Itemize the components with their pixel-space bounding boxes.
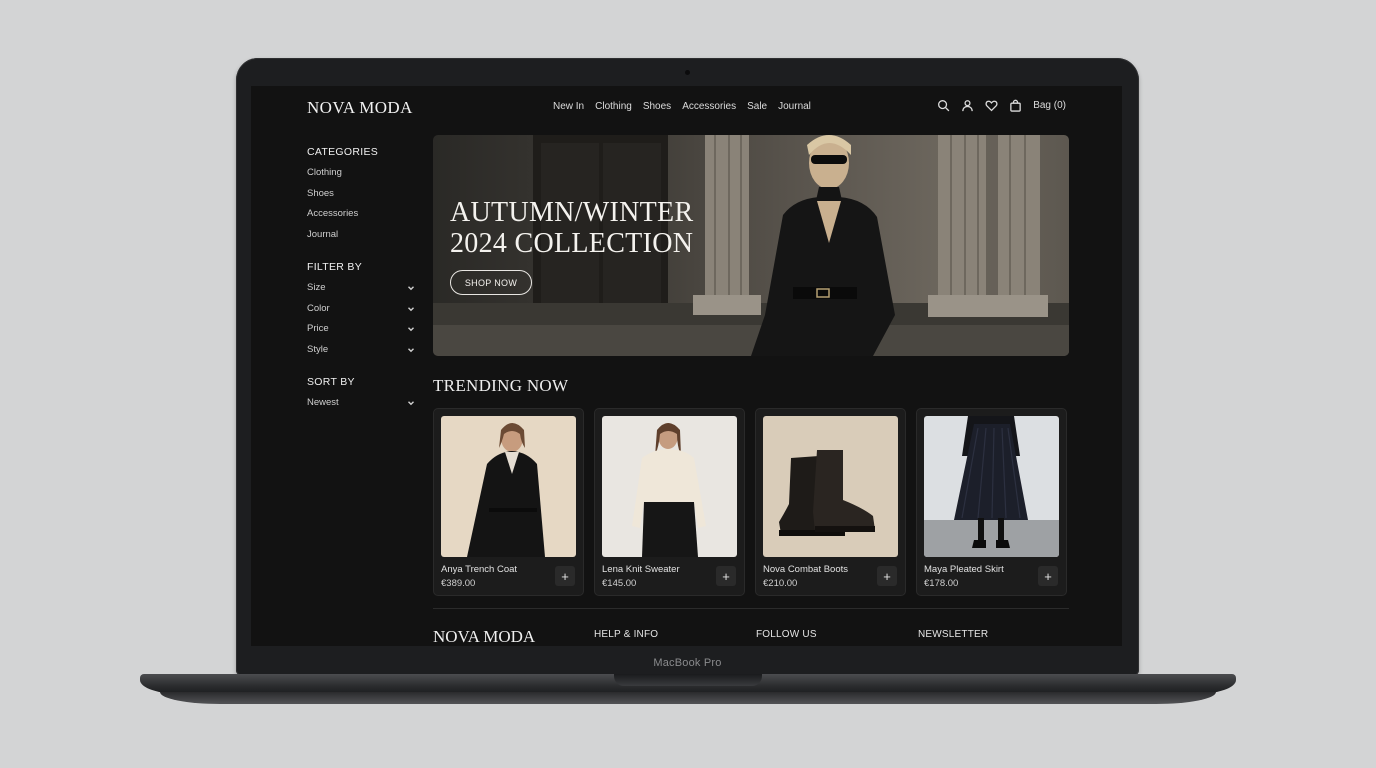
add-to-bag-button[interactable]: + (1038, 566, 1058, 586)
nav-accessories[interactable]: Accessories (682, 101, 736, 112)
site-logo[interactable]: NOVA MODA (307, 98, 413, 118)
chevron-down-icon (407, 399, 415, 407)
filter-style[interactable]: Style (307, 344, 415, 365)
product-name[interactable]: Maya Pleated Skirt (924, 564, 1004, 575)
header-actions: Bag (0) (937, 99, 1066, 112)
sidebar: CATEGORIES Clothing Shoes Accessories Jo… (307, 146, 415, 430)
category-accessories[interactable]: Accessories (307, 208, 415, 229)
footer-logo[interactable]: NOVA MODA (433, 627, 535, 646)
plus-icon: + (722, 568, 730, 584)
nav-shoes[interactable]: Shoes (643, 101, 671, 112)
category-clothing[interactable]: Clothing (307, 167, 415, 188)
footer-newsletter-heading: NEWSLETTER (918, 629, 989, 640)
product-image[interactable] (602, 416, 737, 557)
hero-title: AUTUMN/WINTER 2024 COLLECTION (450, 197, 694, 259)
chevron-down-icon (407, 305, 415, 313)
nav-clothing[interactable]: Clothing (595, 101, 632, 112)
footer-help-heading: HELP & INFO (594, 629, 659, 640)
laptop-hinge-notch (614, 674, 762, 686)
storefront-page: NOVA MODA New In Clothing Shoes Accessor… (251, 86, 1122, 646)
nav-new-in[interactable]: New In (553, 101, 584, 112)
product-name[interactable]: Nova Combat Boots (763, 564, 848, 575)
add-to-bag-button[interactable]: + (877, 566, 897, 586)
product-price: €389.00 (441, 578, 476, 589)
footer-follow-heading: FOLLOW US (756, 629, 817, 640)
product-price: €210.00 (763, 578, 798, 589)
product-price: €178.00 (924, 578, 959, 589)
filter-price[interactable]: Price (307, 323, 415, 344)
laptop-screen: NOVA MODA New In Clothing Shoes Accessor… (251, 86, 1122, 646)
chevron-down-icon (407, 325, 415, 333)
add-to-bag-button[interactable]: + (555, 566, 575, 586)
nav-journal[interactable]: Journal (778, 101, 811, 112)
plus-icon: + (1044, 568, 1052, 584)
filter-size[interactable]: Size (307, 282, 415, 303)
product-price: €145.00 (602, 578, 637, 589)
category-journal[interactable]: Journal (307, 229, 415, 250)
footer-divider (433, 608, 1069, 609)
nav-sale[interactable]: Sale (747, 101, 767, 112)
sort-select[interactable]: Newest (307, 397, 415, 418)
main-nav: New In Clothing Shoes Accessories Sale J… (553, 101, 811, 112)
plus-icon: + (883, 568, 891, 584)
laptop-model-label: MacBook Pro (653, 657, 722, 669)
chevron-down-icon (407, 346, 415, 354)
product-grid: Anya Trench Coat €389.00 + Lena Knit Swe… (433, 408, 1067, 596)
chevron-down-icon (407, 284, 415, 292)
product-name[interactable]: Anya Trench Coat (441, 564, 517, 575)
categories-heading: CATEGORIES (307, 146, 379, 158)
product-card[interactable]: Anya Trench Coat €389.00 + (433, 408, 584, 596)
camera-dot (685, 70, 690, 75)
laptop-base-edge (160, 692, 1216, 704)
add-to-bag-button[interactable]: + (716, 566, 736, 586)
product-card[interactable]: Lena Knit Sweater €145.00 + (594, 408, 745, 596)
product-name[interactable]: Lena Knit Sweater (602, 564, 680, 575)
shop-now-button[interactable]: SHOP NOW (450, 270, 532, 295)
product-image[interactable] (924, 416, 1059, 557)
product-card[interactable]: Nova Combat Boots €210.00 + (755, 408, 906, 596)
search-icon[interactable] (937, 99, 950, 112)
trending-heading: TRENDING NOW (433, 376, 569, 395)
category-shoes[interactable]: Shoes (307, 188, 415, 209)
heart-icon[interactable] (985, 99, 998, 112)
product-image[interactable] (763, 416, 898, 557)
bag-link[interactable]: Bag (0) (1033, 100, 1066, 111)
product-card[interactable]: Maya Pleated Skirt €178.00 + (916, 408, 1067, 596)
account-icon[interactable] (961, 99, 974, 112)
bag-icon[interactable] (1009, 99, 1022, 112)
product-image[interactable] (441, 416, 576, 557)
plus-icon: + (561, 568, 569, 584)
filter-color[interactable]: Color (307, 303, 415, 324)
sort-heading: SORT BY (307, 376, 355, 388)
laptop-lid: NOVA MODA New In Clothing Shoes Accessor… (236, 58, 1139, 676)
hero-banner: AUTUMN/WINTER 2024 COLLECTION SHOP NOW (433, 135, 1069, 356)
filter-heading: FILTER BY (307, 261, 363, 273)
